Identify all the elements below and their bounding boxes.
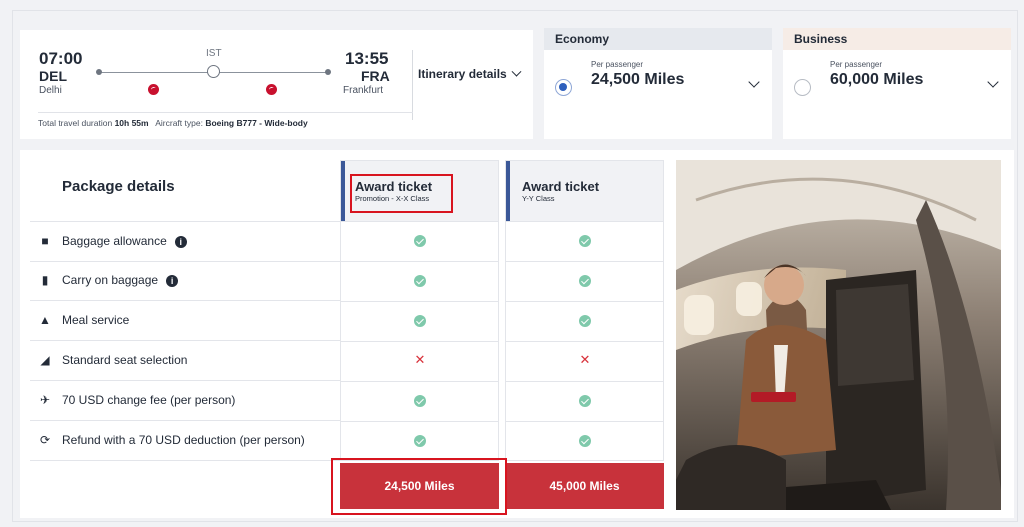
- feature-cell: [341, 381, 498, 421]
- fare-miles: 60,000 Miles: [830, 71, 924, 88]
- chevron-down-icon[interactable]: [987, 76, 999, 88]
- itinerary-details-label: Itinerary details: [418, 67, 507, 81]
- feature-cell: [341, 221, 498, 261]
- seat-icon: ◢: [40, 353, 50, 367]
- cross-icon: ✕: [414, 352, 426, 367]
- fare-radio-business[interactable]: [794, 79, 811, 96]
- itinerary-details-button[interactable]: Itinerary details: [418, 66, 522, 81]
- fare-radio-economy[interactable]: [555, 79, 572, 96]
- feature-cell: [506, 221, 663, 261]
- select-standard-price-button[interactable]: 45,000 Miles: [505, 463, 664, 509]
- flight-summary-card: 07:00 DEL Delhi IST 13:55 FRA Frankfurt …: [20, 30, 533, 139]
- package-title: Package details: [62, 178, 175, 195]
- feature-text: Carry on baggage: [62, 273, 159, 287]
- refund-icon: ⟳: [39, 433, 51, 447]
- feature-cell: [506, 301, 663, 341]
- check-icon: [413, 435, 426, 447]
- meal-icon: ▲: [39, 313, 51, 327]
- change-fee-icon: ✈: [39, 393, 51, 407]
- aircraft-value: Boeing B777 - Wide-body: [205, 118, 308, 128]
- stop-code: IST: [206, 48, 222, 59]
- check-icon: [413, 235, 426, 247]
- departure-time: 07:00: [39, 49, 83, 68]
- check-icon: [578, 395, 591, 407]
- check-icon: [578, 315, 591, 327]
- info-icon[interactable]: i: [166, 274, 179, 287]
- check-icon: [578, 435, 591, 447]
- fare-cabin-label: Economy: [544, 28, 772, 50]
- feature-text: Standard seat selection: [62, 353, 188, 367]
- departure-city: Delhi: [39, 85, 62, 96]
- feature-cell: ✕: [506, 341, 663, 381]
- per-passenger-label: Per passenger: [830, 60, 883, 69]
- package-details-panel: Package details ■ Baggage allowance i ▮ C…: [20, 150, 1014, 518]
- fare-option-economy[interactable]: Economy Per passenger 24,500 Miles: [544, 28, 772, 139]
- chevron-down-icon[interactable]: [748, 76, 760, 88]
- stopover-icon: [207, 65, 220, 78]
- feature-label: Carry on baggage i: [62, 273, 179, 287]
- fare-cabin-label: Business: [783, 28, 1011, 50]
- package-class: Y-Y Class: [522, 194, 555, 203]
- chevron-down-icon: [511, 66, 522, 77]
- destination-dot: [325, 69, 331, 75]
- feature-text: 70 USD change fee (per person): [62, 393, 236, 407]
- info-icon[interactable]: i: [174, 235, 187, 248]
- fare-option-business[interactable]: Business Per passenger 60,000 Miles: [783, 28, 1011, 139]
- duration-label: Total travel duration: [38, 118, 113, 128]
- package-column-header: Award ticket Y-Y Class: [506, 161, 663, 222]
- origin-dot: [96, 69, 102, 75]
- arrival-time: 13:55: [345, 49, 389, 68]
- feature-row: ◢ Standard seat selection: [30, 341, 351, 381]
- feature-text: Baggage allowance: [62, 234, 167, 248]
- feature-label: Baggage allowance i: [62, 234, 187, 248]
- check-icon: [578, 235, 591, 247]
- arrival-city: Frankfurt: [343, 85, 384, 96]
- feature-text: Refund with a 70 USD deduction (per pers…: [62, 433, 305, 447]
- divider: [412, 50, 413, 120]
- highlight-box: [350, 174, 453, 213]
- feature-text: Meal service: [62, 313, 130, 327]
- feature-row: ■ Baggage allowance i: [30, 221, 351, 262]
- departure-code: DEL: [39, 68, 67, 84]
- check-icon: [413, 275, 426, 287]
- package-column-standard[interactable]: Award ticket Y-Y Class ✕: [505, 160, 664, 461]
- feature-cell: [506, 381, 663, 421]
- check-icon: [413, 395, 426, 407]
- feature-cell: [506, 421, 663, 461]
- divider: [38, 112, 413, 113]
- feature-row: ▮ Carry on baggage i: [30, 261, 351, 301]
- carry-on-icon: ▮: [41, 273, 49, 287]
- feature-cell: [341, 421, 498, 461]
- airline-logo-icon: [148, 84, 159, 95]
- duration-value: 10h 55m: [114, 118, 149, 128]
- feature-cell: ✕: [341, 341, 498, 381]
- check-icon: [578, 275, 591, 287]
- business-cabin-photo: [676, 160, 1001, 510]
- feature-cell: [341, 301, 498, 341]
- feature-row: ▲ Meal service: [30, 301, 351, 341]
- airline-logo-icon: [266, 84, 277, 95]
- cross-icon: ✕: [579, 352, 591, 367]
- package-header-text: Award ticket Y-Y Class: [522, 179, 599, 203]
- feature-cell: [506, 261, 663, 301]
- feature-cell: [341, 261, 498, 301]
- per-passenger-label: Per passenger: [591, 60, 644, 69]
- package-name: Award ticket: [522, 179, 600, 194]
- highlight-box: [331, 458, 507, 515]
- feature-row: ✈ 70 USD change fee (per person): [30, 381, 351, 421]
- aircraft-label: Aircraft type:: [155, 118, 203, 128]
- baggage-icon: ■: [41, 234, 49, 248]
- arrival-code: FRA: [361, 68, 390, 84]
- fare-miles: 24,500 Miles: [591, 71, 685, 88]
- check-icon: [413, 315, 426, 327]
- flight-info-line: Total travel duration 10h 55m Aircraft t…: [38, 118, 308, 128]
- feature-row: ⟳ Refund with a 70 USD deduction (per pe…: [30, 421, 351, 461]
